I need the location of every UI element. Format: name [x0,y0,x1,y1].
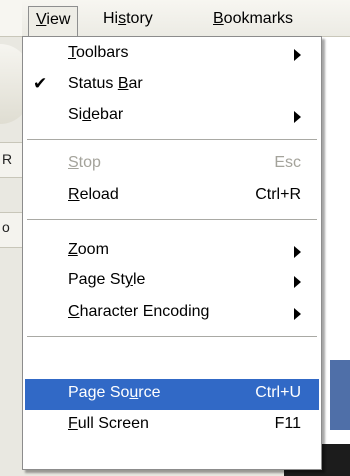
checkmark-icon: ✔ [33,74,48,93]
menu-item-status-bar[interactable]: ✔ Status Bar [25,70,319,101]
menu-item-label: Page Source [68,384,161,401]
menu-item-label: Reload [68,186,119,203]
menu-item-full-screen[interactable]: Full Screen F11 [25,410,319,441]
submenu-arrow-icon [294,111,301,123]
submenu-arrow-icon [294,308,301,320]
menu-item-label: Character Encoding [68,303,210,320]
menu-separator [27,219,317,220]
menu-item-label: Status Bar [68,75,143,92]
menu-item-reload[interactable]: Reload Ctrl+R [25,181,319,212]
menu-separator [27,336,317,337]
menu-item-label: Full Screen [68,415,149,432]
menu-history-label: History [103,10,153,27]
submenu-arrow-icon [294,276,301,288]
shortcut-label: Ctrl+U [255,384,301,401]
menu-item-label: Zoom [68,241,109,258]
menu-bar: View History Bookmarks [0,0,350,37]
menu-bookmarks[interactable]: Bookmarks [205,6,301,32]
menu-item-page-source[interactable]: Page Source Ctrl+U [25,379,319,410]
background-text-fragment: o [2,219,10,235]
shortcut-label: Esc [274,154,301,171]
menu-item-character-encoding[interactable]: Character Encoding [25,298,319,329]
submenu-arrow-icon [294,49,301,61]
shortcut-label: F11 [274,415,301,432]
menu-item-label: Page Style [68,271,146,288]
menu-item-page-style[interactable]: Page Style [25,266,319,297]
menu-item-label: Stop [68,154,101,171]
shortcut-label: Ctrl+R [255,186,301,203]
menu-history[interactable]: History [95,6,161,32]
menu-item-sidebar[interactable]: Sidebar [25,101,319,132]
menu-item-label: Toolbars [68,44,129,61]
view-menu-dropdown: Toolbars ✔ Status Bar Sidebar Stop Esc Rel… [22,36,322,470]
background-text-fragment: R [2,151,13,167]
menu-view[interactable]: View [28,6,79,37]
menu-bar-edge [0,0,22,36]
page-content-fragment [330,360,350,430]
menu-item-toolbars[interactable]: Toolbars [25,39,319,70]
menu-item-stop[interactable]: Stop Esc [25,149,319,180]
submenu-arrow-icon [294,246,301,258]
menu-item-label: Sidebar [68,106,124,123]
menu-item-zoom[interactable]: Zoom [25,236,319,267]
menu-separator [27,139,317,140]
menu-bookmarks-label: Bookmarks [213,10,294,27]
menu-view-label: View [36,11,71,28]
